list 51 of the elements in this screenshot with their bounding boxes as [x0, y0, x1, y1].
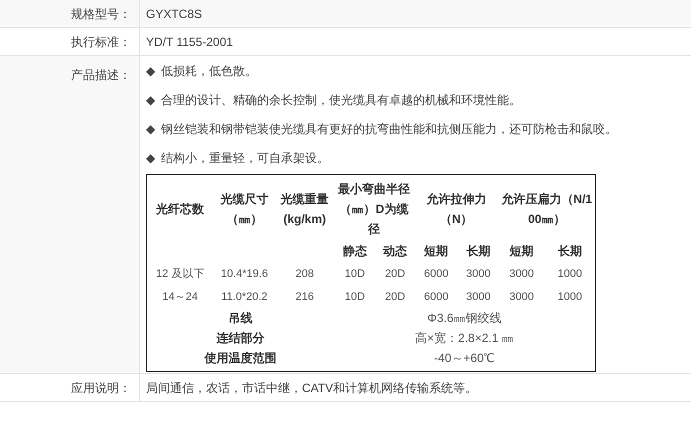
- table-cell: 12 及以下: [156, 268, 204, 280]
- table-cell: -40～+60℃: [434, 351, 495, 365]
- column-header: 短期: [510, 244, 534, 258]
- column-header: 允许压扁力（N/100㎜）: [501, 192, 592, 226]
- table-cell: 20D: [384, 291, 406, 303]
- description-text: 钢丝铠装和钢带铠装使光缆具有更好的抗弯曲性能和抗侧压能力，还可防枪击和鼠咬。: [161, 120, 617, 138]
- spec-label: 规格型号：: [71, 6, 131, 22]
- description-text: 结构小，重量轻，可自承架设。: [161, 150, 329, 166]
- row-header: 吊线: [228, 311, 252, 325]
- bullet-icon: ◆: [146, 120, 155, 138]
- table-cell: 3000: [466, 291, 491, 303]
- column-header: 短期: [424, 244, 448, 258]
- column-header: 光纤芯数: [156, 202, 204, 216]
- spec-label: 执行标准：: [71, 34, 131, 50]
- spec-value: 局间通信，农话，市话中继，CATV和计算机网络传输系统等。: [146, 380, 478, 396]
- table-cell: 1000: [558, 291, 582, 303]
- column-header: 光缆尺寸（㎜）: [220, 192, 268, 226]
- table-cell: 3000: [466, 268, 491, 280]
- table-cell: 6000: [424, 268, 448, 280]
- spec-value: GYXTC8S: [146, 6, 202, 22]
- table-cell: 10D: [344, 291, 365, 303]
- row-header: 连结部分: [216, 331, 264, 345]
- bullet-icon: ◆: [146, 90, 155, 108]
- table-cell: 20D: [384, 268, 406, 280]
- spec-value: YD/T 1155-2001: [146, 34, 233, 50]
- spec-label: 应用说明：: [71, 380, 131, 396]
- table-cell: 6000: [424, 291, 448, 303]
- column-header: 光缆重量(kg/km): [280, 192, 329, 226]
- table-cell: 高×宽：2.8×2.1 ㎜: [415, 331, 514, 345]
- column-header: 长期: [558, 244, 582, 258]
- description-text: 合理的设计、精确的余长控制，使光缆具有卓越的机械和环境性能。: [161, 92, 521, 108]
- table-cell: 11.0*20.2: [221, 291, 268, 303]
- table-cell: 216: [295, 291, 314, 303]
- column-header: 静态: [342, 244, 367, 258]
- table-cell: 1000: [558, 268, 582, 280]
- table-cell: 14～24: [162, 291, 198, 303]
- table-cell: 3000: [509, 291, 534, 303]
- bullet-icon: ◆: [146, 62, 155, 80]
- table-cell: Φ3.6㎜钢绞线: [427, 311, 502, 325]
- table-cell: 208: [295, 268, 314, 280]
- spec-label: 产品描述：: [71, 68, 131, 82]
- column-header: 长期: [466, 244, 490, 258]
- table-cell: 10D: [344, 268, 365, 280]
- table-cell: 3000: [509, 268, 534, 280]
- column-header: 动态: [383, 244, 408, 258]
- bullet-icon: ◆: [146, 148, 155, 166]
- row-header: 使用温度范围: [204, 351, 276, 365]
- table-cell: 10.4*19.6: [220, 268, 268, 280]
- column-header: 允许拉伸力（N）: [426, 192, 486, 226]
- description-text: 低损耗，低色散。: [161, 62, 257, 80]
- column-header: 最小弯曲半径（㎜）D为缆径: [338, 182, 410, 236]
